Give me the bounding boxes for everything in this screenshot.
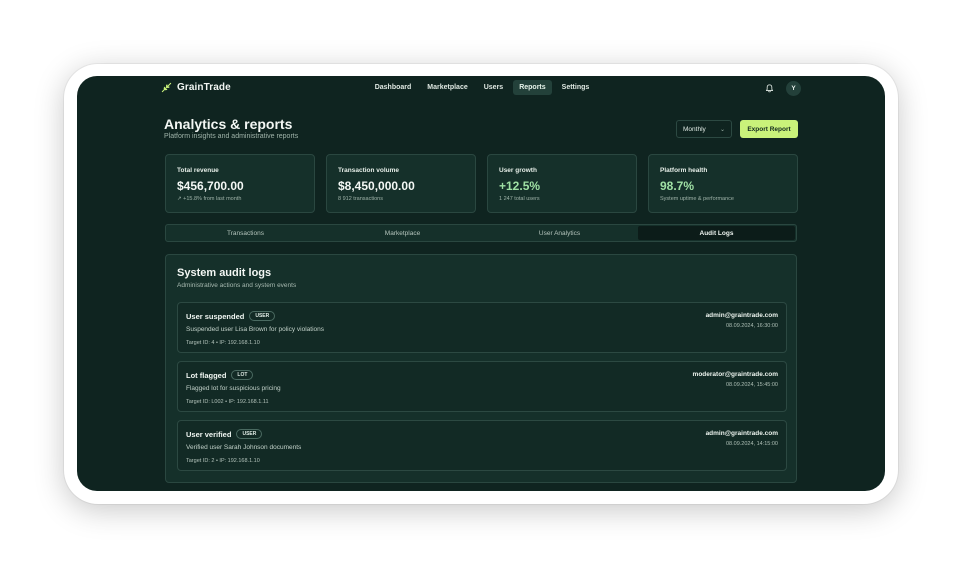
nav-link-settings[interactable]: Settings bbox=[556, 80, 596, 95]
stat-card-transaction-volume: Transaction volume $8,450,000.00 8 912 t… bbox=[326, 154, 476, 213]
nav-links: Dashboard Marketplace Users Reports Sett… bbox=[77, 80, 885, 95]
log-actor: admin@graintrade.com bbox=[705, 430, 778, 437]
log-actor: admin@graintrade.com bbox=[705, 312, 778, 319]
stat-label: User growth bbox=[499, 167, 537, 174]
log-description: Flagged lot for suspicious pricing bbox=[186, 385, 281, 392]
log-title: User verified bbox=[186, 429, 232, 439]
app-screen: GrainTrade Dashboard Marketplace Users R… bbox=[77, 76, 885, 491]
bell-icon[interactable] bbox=[765, 84, 774, 93]
panel-title: System audit logs bbox=[177, 267, 272, 279]
tab-audit-logs[interactable]: Audit Logs bbox=[638, 226, 795, 240]
log-badge: LOT bbox=[231, 370, 254, 380]
log-title: User suspended bbox=[186, 311, 245, 321]
audit-log-item[interactable]: User verified USER Verified user Sarah J… bbox=[177, 420, 787, 471]
stat-label: Platform health bbox=[660, 167, 708, 174]
audit-log-item[interactable]: User suspended USER Suspended user Lisa … bbox=[177, 302, 787, 353]
stat-value: $8,450,000.00 bbox=[338, 179, 415, 193]
tab-marketplace[interactable]: Marketplace bbox=[324, 226, 481, 240]
log-title: Lot flagged bbox=[186, 370, 227, 380]
chevron-down-icon: ⌄ bbox=[719, 126, 725, 133]
stat-card-total-revenue: Total revenue $456,700.00 ↗ +15.8% from … bbox=[165, 154, 315, 213]
stat-card-user-growth: User growth +12.5% 1 247 total users bbox=[487, 154, 637, 213]
tab-transactions[interactable]: Transactions bbox=[167, 226, 324, 240]
period-select-value: Monthly bbox=[683, 125, 706, 133]
nav-link-reports[interactable]: Reports bbox=[513, 80, 552, 95]
nav-actions: Y bbox=[765, 81, 801, 96]
report-tabs: Transactions Marketplace User Analytics … bbox=[165, 224, 797, 242]
stat-value: $456,700.00 bbox=[177, 179, 244, 193]
log-meta: Target ID: L002 • IP: 192.168.1.11 bbox=[186, 399, 269, 405]
stat-note: System uptime & performance bbox=[660, 196, 734, 202]
audit-log-item[interactable]: Lot flagged LOT Flagged lot for suspicio… bbox=[177, 361, 787, 412]
log-head: Lot flagged LOT bbox=[186, 370, 254, 380]
log-head: User verified USER bbox=[186, 429, 263, 439]
log-meta: Target ID: 2 • IP: 192.168.1.10 bbox=[186, 458, 260, 464]
nav-link-users[interactable]: Users bbox=[478, 80, 509, 95]
audit-logs-panel: System audit logs Administrative actions… bbox=[165, 254, 797, 483]
top-nav: GrainTrade Dashboard Marketplace Users R… bbox=[77, 76, 885, 100]
nav-link-dashboard[interactable]: Dashboard bbox=[369, 80, 418, 95]
device-frame: GrainTrade Dashboard Marketplace Users R… bbox=[64, 64, 898, 504]
log-meta: Target ID: 4 • IP: 192.168.1.10 bbox=[186, 340, 260, 346]
log-badge: USER bbox=[249, 311, 276, 321]
panel-subtitle: Administrative actions and system events bbox=[177, 282, 297, 289]
stat-card-platform-health: Platform health 98.7% System uptime & pe… bbox=[648, 154, 798, 213]
stat-note: 8 912 transactions bbox=[338, 196, 383, 202]
tab-user-analytics[interactable]: User Analytics bbox=[481, 226, 638, 240]
stat-note: 1 247 total users bbox=[499, 196, 540, 202]
stat-value: 98.7% bbox=[660, 179, 695, 193]
stat-value: +12.5% bbox=[499, 179, 541, 193]
log-time: 08.09.2024, 16:30:00 bbox=[726, 323, 778, 329]
log-description: Verified user Sarah Johnson documents bbox=[186, 444, 302, 451]
stat-label: Transaction volume bbox=[338, 167, 400, 174]
stat-label: Total revenue bbox=[177, 167, 219, 174]
nav-link-marketplace[interactable]: Marketplace bbox=[421, 80, 473, 95]
log-time: 08.09.2024, 15:45:00 bbox=[726, 382, 778, 388]
page-title: Analytics & reports bbox=[164, 116, 293, 132]
avatar[interactable]: Y bbox=[786, 81, 801, 96]
export-report-button[interactable]: Export Report bbox=[740, 120, 798, 138]
log-description: Suspended user Lisa Brown for policy vio… bbox=[186, 326, 325, 333]
page-subtitle: Platform insights and administrative rep… bbox=[164, 133, 299, 140]
log-head: User suspended USER bbox=[186, 311, 276, 321]
stat-note: ↗ +15.8% from last month bbox=[177, 196, 242, 202]
period-select[interactable]: Monthly ⌄ bbox=[676, 120, 732, 138]
log-actor: moderator@graintrade.com bbox=[692, 371, 778, 378]
log-badge: USER bbox=[236, 429, 263, 439]
log-time: 08.09.2024, 14:15:00 bbox=[726, 441, 778, 447]
